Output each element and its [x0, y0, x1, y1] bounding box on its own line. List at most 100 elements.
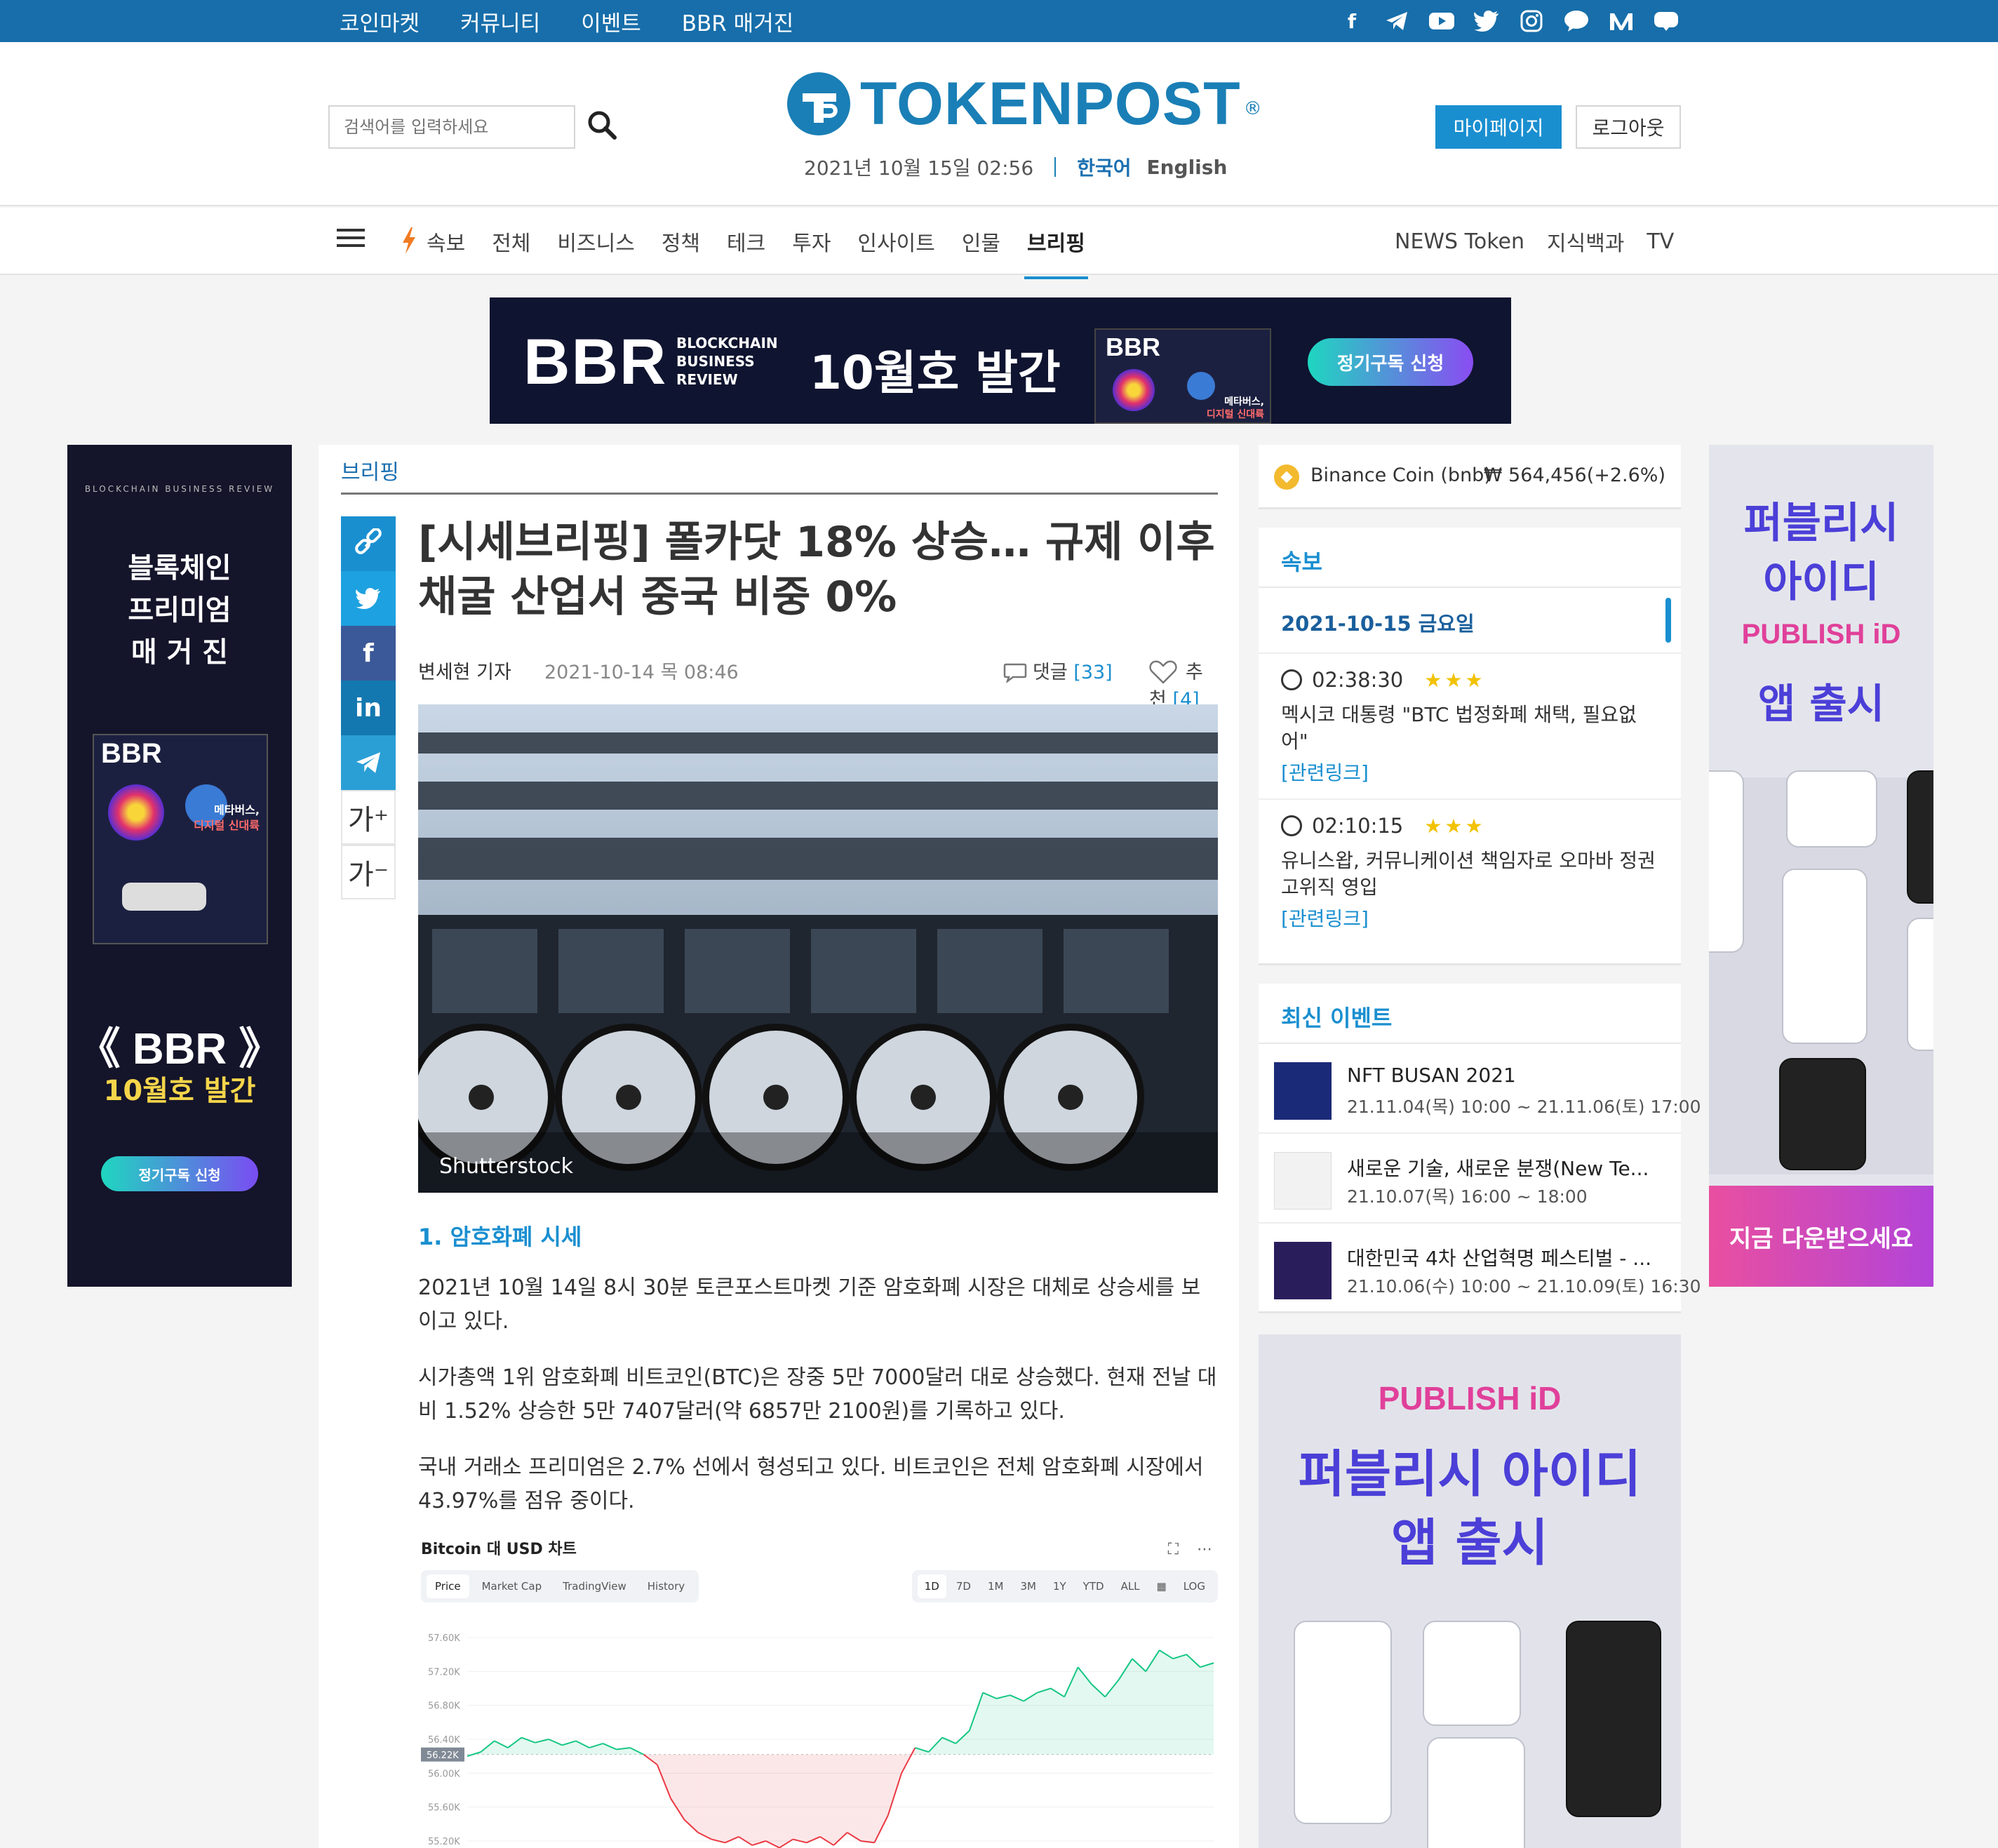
phone-mockup — [1566, 1621, 1661, 1817]
left-ad-subscribe-button[interactable]: 정기구독 신청 — [101, 1156, 258, 1191]
event-name: NFT BUSAN 2021 — [1347, 1064, 1516, 1087]
range-3m[interactable]: 3M — [1013, 1574, 1043, 1598]
nav-item-business[interactable]: 비즈니스 — [554, 226, 637, 257]
youtube-icon[interactable] — [1426, 7, 1457, 35]
event-thumbnail — [1274, 1152, 1332, 1210]
nav-item-news-token[interactable]: NEWS Token — [1395, 229, 1524, 254]
area-segment — [1146, 1650, 1160, 1755]
event-date: 21.11.04(목) 10:00 ~ 21.11.06(토) 17:00 — [1347, 1097, 1701, 1117]
breadcrumb[interactable]: 브리핑 — [341, 455, 399, 486]
nav-item-investment[interactable]: 투자 — [789, 226, 833, 257]
range-1d[interactable]: 1D — [917, 1574, 946, 1598]
article-paragraph: 2021년 10월 14일 8시 30분 토큰포스트마켓 기준 암호화폐 시장은… — [418, 1275, 1201, 1334]
nav-item-all[interactable]: 전체 — [489, 226, 533, 257]
more-options-icon[interactable]: ⋯ — [1197, 1541, 1212, 1558]
twitter-share-icon[interactable] — [341, 571, 396, 626]
nav-item-tech[interactable]: 테크 — [724, 226, 768, 257]
area-segment — [1024, 1692, 1038, 1755]
tokenpost-logo[interactable]: TOKENPOST ® — [787, 69, 1262, 139]
mypage-button[interactable]: 마이페이지 — [1435, 105, 1562, 149]
related-link[interactable]: [관련링크] — [1281, 758, 1660, 786]
right-publish-id-ad[interactable]: 퍼블리시 아이디 PUBLISH iD 앱 출시 지금 다운받으세요 — [1709, 445, 1933, 1287]
twitter-icon[interactable] — [1471, 7, 1502, 35]
range-7d[interactable]: 7D — [949, 1574, 978, 1598]
facebook-icon[interactable]: f — [1336, 7, 1367, 35]
linkedin-share-icon[interactable]: in — [341, 681, 396, 735]
left-bbr-ad[interactable]: BLOCKCHAIN BUSINESS REVIEW 블록체인 프리미엄 매 거… — [67, 445, 292, 1287]
search-icon[interactable] — [585, 108, 622, 145]
medium-icon[interactable] — [1606, 7, 1637, 35]
event-item[interactable]: 새로운 기술, 새로운 분쟁(New Te... 21.10.07(목) 16:… — [1274, 1138, 1674, 1215]
nav-item-tv[interactable]: TV — [1647, 229, 1674, 254]
kakaotalk-icon[interactable] — [1561, 7, 1592, 35]
event-item[interactable]: NFT BUSAN 2021 21.11.04(목) 10:00 ~ 21.11… — [1274, 1048, 1701, 1125]
banner-subscribe-button[interactable]: 정기구독 신청 — [1308, 338, 1473, 386]
nav-item-insight[interactable]: 인사이트 — [854, 226, 937, 257]
comments-link[interactable]: 댓글 [33] — [1003, 657, 1113, 684]
article-author[interactable]: 변세현 기자 — [418, 657, 511, 684]
area-segment — [956, 1730, 970, 1755]
search-input[interactable] — [328, 105, 575, 149]
chart-tab-history[interactable]: History — [639, 1574, 693, 1598]
breaking-news-item[interactable]: 02:10:15 ★★★ 유니스왑, 커뮤니케이션 책임자로 오마바 정권 고위직… — [1281, 814, 1660, 932]
chart-tab-tradingview[interactable]: TradingView — [554, 1574, 635, 1598]
font-size-up-button[interactable]: 가⁺ — [341, 790, 396, 845]
chart-tab-market-cap[interactable]: Market Cap — [474, 1574, 551, 1598]
event-date: 21.10.07(목) 16:00 ~ 18:00 — [1347, 1186, 1588, 1207]
area-segment — [1078, 1667, 1092, 1755]
nav-item-encyclopedia[interactable]: 지식백과 — [1547, 226, 1624, 257]
top-menu-community[interactable]: 커뮤니티 — [460, 6, 540, 37]
chart-title: Bitcoin 대 USD 차트 — [421, 1541, 577, 1558]
y-tick-label: 56.00K — [428, 1769, 460, 1779]
top-menu-event[interactable]: 이벤트 — [581, 6, 641, 37]
bbr-banner-ad[interactable]: BBR BLOCKCHAIN BUSINESS REVIEW 10월호 발간 BBR… — [490, 297, 1511, 424]
telegram-share-icon[interactable] — [341, 735, 396, 790]
link-icon[interactable] — [341, 516, 396, 571]
area-segment — [833, 1754, 847, 1846]
telegram-icon[interactable] — [1381, 7, 1412, 35]
top-menu-bbr-magazine[interactable]: BBR 매거진 — [682, 6, 794, 37]
like-button[interactable]: 추천 [4] — [1149, 657, 1218, 711]
related-link[interactable]: [관련링크] — [1281, 904, 1660, 932]
font-size-down-button[interactable]: 가⁻ — [341, 845, 396, 899]
download-now-button[interactable]: 지금 다운받으세요 — [1709, 1186, 1933, 1287]
range-all[interactable]: ALL — [1114, 1574, 1147, 1598]
instagram-icon[interactable] — [1516, 7, 1547, 35]
lang-english-link[interactable]: English — [1146, 156, 1227, 179]
nav-item-breaking[interactable]: 속보 — [424, 226, 468, 257]
coin-ticker[interactable]: Binance Coin (bnb) ₩ 564,456(+2.6%) — [1259, 445, 1681, 509]
facebook-share-icon[interactable]: f — [341, 626, 396, 681]
fullscreen-icon[interactable]: ⛶ — [1168, 1541, 1179, 1558]
nav-item-policy[interactable]: 정책 — [659, 226, 703, 257]
area-segment — [1010, 1695, 1024, 1755]
latest-events-title[interactable]: 최신 이벤트 — [1281, 1000, 1392, 1033]
chart-ranges: 1D 7D 1M 3M 1Y YTD ALL ▦ LOG — [911, 1570, 1218, 1602]
chart-tab-price[interactable]: Price — [427, 1574, 469, 1598]
top-bar: 코인마켓 커뮤니티 이벤트 BBR 매거진 f — [0, 0, 1998, 42]
phone-mockup — [1786, 770, 1877, 848]
scrollbar[interactable] — [1665, 598, 1671, 643]
logout-button[interactable]: 로그아웃 — [1576, 105, 1681, 149]
article-paragraph: 국내 거래소 프리미엄은 2.7% 선에서 형성되고 있다. 비트코인은 전체 … — [418, 1455, 1204, 1513]
publish-id-ad[interactable]: PUBLISH iD 퍼블리시 아이디 앱 출시 — [1259, 1334, 1681, 1848]
breaking-news-item[interactable]: 02:38:30 ★★★ 멕시코 대통령 "BTC 법정화폐 채택, 필요없어" … — [1281, 668, 1660, 786]
blog-icon[interactable] — [1651, 7, 1682, 35]
lang-korean-link[interactable]: 한국어 — [1077, 153, 1131, 181]
calendar-icon[interactable]: ▦ — [1150, 1574, 1174, 1598]
range-1m[interactable]: 1M — [981, 1574, 1011, 1598]
heart-icon — [1149, 660, 1177, 684]
comments-count: [33] — [1073, 662, 1113, 683]
nav-item-people[interactable]: 인물 — [959, 226, 1003, 257]
range-1y[interactable]: 1Y — [1046, 1574, 1073, 1598]
date-language-bar: 2021년 10월 15일 02:56 한국어 English — [804, 153, 1227, 181]
nav-item-briefing[interactable]: 브리핑 — [1024, 226, 1088, 279]
top-menu-coinmarket[interactable]: 코인마켓 — [340, 6, 420, 37]
event-item[interactable]: 대한민국 4차 산업혁명 페스티벌 - ... 21.10.06(수) 10:0… — [1274, 1228, 1701, 1305]
area-segment — [1132, 1659, 1146, 1755]
hamburger-menu-icon[interactable] — [337, 229, 365, 251]
range-ytd[interactable]: YTD — [1076, 1574, 1111, 1598]
range-log[interactable]: LOG — [1176, 1574, 1212, 1598]
publish-id-brand: PUBLISH iD — [1378, 1380, 1562, 1417]
breaking-news-title[interactable]: 속보 — [1281, 544, 1322, 577]
publish-id-headline: 퍼블리시 아이디 앱 출시 — [1298, 1445, 1642, 1572]
